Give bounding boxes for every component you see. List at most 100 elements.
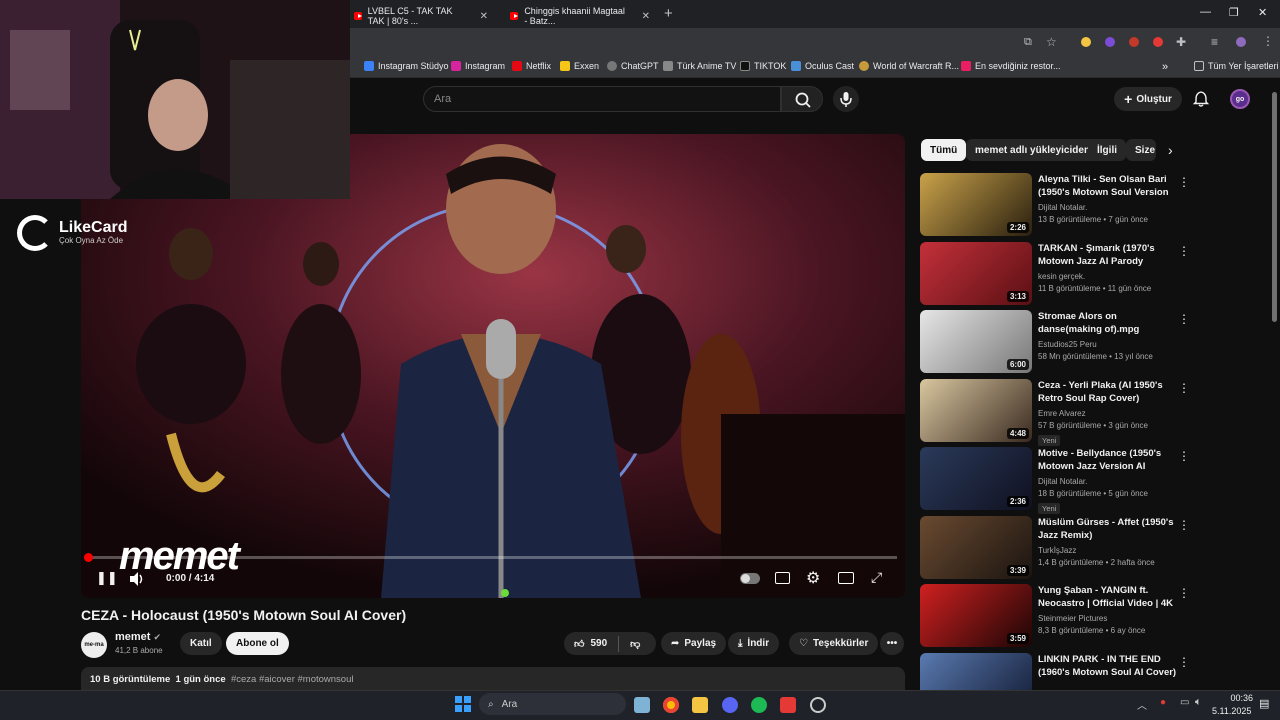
video-thumbnail[interactable]: 3:59 bbox=[920, 584, 1032, 647]
recommended-video[interactable]: 3:13 TARKAN - Şımarık (1970's Motown Jaz… bbox=[920, 241, 1190, 308]
chip-related[interactable]: İlgili bbox=[1088, 139, 1126, 161]
file-explorer-icon[interactable] bbox=[692, 697, 708, 713]
chip-for-you[interactable]: Size bbox=[1126, 139, 1156, 161]
bookmark-star-icon[interactable]: ☆ bbox=[1046, 35, 1057, 49]
dislike-button[interactable]: 👎︎ bbox=[630, 638, 640, 650]
volume-icon[interactable] bbox=[128, 571, 146, 587]
tray-chevron-up-icon[interactable]: ︿ bbox=[1137, 697, 1147, 712]
miniplayer-icon[interactable] bbox=[838, 572, 854, 584]
fullscreen-icon[interactable]: ⤢ bbox=[871, 569, 882, 586]
progress-scrubber[interactable] bbox=[84, 553, 93, 562]
profile-avatar[interactable] bbox=[1236, 37, 1246, 47]
video-thumbnail[interactable]: 3:39 bbox=[920, 515, 1032, 579]
video-player[interactable]: memet ❚❚ 0:00 / 4:14 ⚙ ⤢ bbox=[81, 134, 905, 598]
search-button[interactable] bbox=[781, 86, 823, 112]
more-options-icon[interactable]: ⋮ bbox=[1178, 244, 1190, 258]
close-window-icon[interactable]: ✕ bbox=[1258, 6, 1267, 19]
more-options-icon[interactable]: ⋮ bbox=[1178, 586, 1190, 600]
recommended-title[interactable]: Müslüm Gürses - Affet (1950's Jazz Remix… bbox=[1038, 516, 1178, 543]
account-avatar[interactable]: go bbox=[1230, 89, 1250, 109]
extension-icon[interactable] bbox=[1129, 37, 1139, 47]
create-button[interactable]: + Oluştur bbox=[1114, 87, 1182, 111]
microphone-tray-icon[interactable]: ● bbox=[1160, 697, 1166, 708]
video-thumbnail[interactable]: 4:48 bbox=[920, 378, 1032, 442]
scrollbar[interactable] bbox=[1272, 92, 1277, 322]
recommended-video[interactable]: 2:26 Aleyna Tilki - Sen Olsan Bari (1950… bbox=[920, 173, 1190, 239]
extension-icon[interactable] bbox=[1153, 37, 1163, 47]
more-options-icon[interactable]: ⋮ bbox=[1178, 381, 1190, 395]
channel-avatar[interactable]: me-ma bbox=[81, 632, 107, 658]
recommended-channel[interactable]: Emre Alvarez bbox=[1038, 409, 1086, 418]
obs-icon[interactable] bbox=[810, 697, 826, 713]
share-button[interactable]: ➦ Paylaş bbox=[661, 632, 727, 655]
clock-time[interactable]: 00:36 bbox=[1219, 693, 1253, 703]
recommended-title[interactable]: Aleyna Tilki - Sen Olsan Bari (1950's Mo… bbox=[1038, 173, 1178, 200]
voice-search-button[interactable] bbox=[833, 86, 859, 112]
minimize-icon[interactable]: — bbox=[1200, 6, 1211, 18]
chip-from-uploader[interactable]: memet adlı yükleyiciden bbox=[966, 139, 1100, 161]
more-options-icon[interactable]: ⋮ bbox=[1178, 175, 1190, 189]
chrome-icon[interactable] bbox=[663, 697, 679, 713]
video-thumbnail[interactable]: 2:36 bbox=[920, 447, 1032, 510]
recommended-video[interactable]: 6:00 Stromae Alors on danse(making of).m… bbox=[920, 310, 1190, 376]
more-options-icon[interactable]: ⋮ bbox=[1178, 655, 1190, 669]
recommended-title[interactable]: Stromae Alors on danse(making of).mpg bbox=[1038, 310, 1178, 337]
browser-menu-icon[interactable]: ⋮ bbox=[1262, 34, 1274, 48]
bookmark-item[interactable]: TIKTOK bbox=[740, 61, 786, 71]
video-thumbnail[interactable]: 3:13 bbox=[920, 241, 1032, 305]
bookmark-item[interactable]: ChatGPT bbox=[607, 61, 659, 71]
bookmark-item[interactable]: Instagram bbox=[451, 61, 505, 71]
bookmark-item[interactable]: Netflix bbox=[512, 61, 551, 71]
media-control-icon[interactable]: ≡ bbox=[1211, 35, 1218, 49]
all-bookmarks-button[interactable]: Tüm Yer İşaretleri bbox=[1194, 61, 1279, 71]
recommended-video[interactable]: 2:36 Motive - Bellydance (1950's Motown … bbox=[920, 447, 1190, 514]
bookmark-item[interactable]: Oculus Cast bbox=[791, 61, 854, 71]
windows-start-icon[interactable] bbox=[455, 696, 471, 712]
settings-gear-icon[interactable]: ⚙ bbox=[806, 568, 820, 588]
notification-icon[interactable]: ▤ bbox=[1259, 697, 1269, 710]
extension-icon[interactable] bbox=[1105, 37, 1115, 47]
bookmark-item[interactable]: Türk Anime TV bbox=[663, 61, 736, 71]
more-actions-button[interactable]: ••• bbox=[880, 632, 904, 655]
like-button[interactable]: 👍︎ 590 bbox=[574, 638, 607, 650]
volume-tray-icon[interactable]: 🔈︎ bbox=[1195, 696, 1202, 709]
recommended-channel[interactable]: Dijital Notalar. bbox=[1038, 203, 1087, 212]
recommended-video[interactable]: 3:59 Yung Şaban - YANGIN ft. Neocastro |… bbox=[920, 584, 1190, 650]
cast-icon[interactable]: ⧉ bbox=[1024, 36, 1032, 49]
video-thumbnail[interactable]: 6:00 bbox=[920, 310, 1032, 373]
spotify-icon[interactable] bbox=[751, 697, 767, 713]
recommended-channel[interactable]: Dijital Notalar. bbox=[1038, 477, 1087, 486]
close-tab-icon[interactable]: ✕ bbox=[480, 11, 488, 22]
download-button[interactable]: ⤓ İndir bbox=[728, 632, 780, 655]
recommended-channel[interactable]: TurkİşJazz bbox=[1038, 546, 1076, 555]
browser-tab[interactable]: LVBEL C5 - TAK TAK TAK | 80's ... ✕ bbox=[346, 4, 496, 28]
subscribe-button[interactable]: Abone ol bbox=[226, 632, 289, 655]
autoplay-toggle[interactable] bbox=[740, 573, 760, 584]
chip-all[interactable]: Tümü bbox=[921, 139, 967, 161]
recommended-title[interactable]: Motive - Bellydance (1950's Motown Jazz … bbox=[1038, 447, 1178, 474]
network-icon[interactable]: ▭ bbox=[1180, 697, 1189, 708]
extension-icon[interactable] bbox=[1081, 37, 1091, 47]
recommended-title[interactable]: Ceza - Yerli Plaka (AI 1950's Retro Soul… bbox=[1038, 379, 1178, 406]
bookmark-item[interactable]: Instagram Stüdyo bbox=[364, 61, 449, 71]
more-options-icon[interactable]: ⋮ bbox=[1178, 449, 1190, 463]
recommended-video[interactable]: 3:39 Müslüm Gürses - Affet (1950's Jazz … bbox=[920, 515, 1190, 582]
clock-date[interactable]: 5.11.2025 bbox=[1212, 706, 1251, 716]
bookmark-item[interactable]: En sevdiğiniz restor... bbox=[961, 61, 1061, 71]
discord-icon[interactable] bbox=[722, 697, 738, 713]
widgets-icon[interactable] bbox=[634, 697, 650, 713]
search-input[interactable]: Ara bbox=[423, 86, 781, 112]
recommended-title[interactable]: LINKIN PARK - IN THE END (1960's Motown … bbox=[1038, 653, 1178, 680]
progress-bar[interactable] bbox=[84, 553, 897, 562]
bookmarks-overflow-button[interactable]: » bbox=[1162, 61, 1168, 73]
channel-name[interactable]: memet ✔ bbox=[115, 631, 161, 643]
maximize-icon[interactable]: ❐ bbox=[1229, 6, 1239, 19]
bookmark-item[interactable]: Exxen bbox=[560, 61, 599, 71]
thanks-button[interactable]: ♡ Teşekkürler bbox=[789, 632, 879, 655]
close-tab-icon[interactable]: ✕ bbox=[642, 11, 650, 22]
taskbar-search[interactable]: ⌕ Ara bbox=[479, 693, 626, 715]
chevron-right-icon[interactable]: › bbox=[1168, 142, 1173, 158]
bookmark-item[interactable]: World of Warcraft R... bbox=[859, 61, 959, 71]
more-options-icon[interactable]: ⋮ bbox=[1178, 518, 1190, 532]
description-box[interactable]: 10 B görüntüleme 1 gün önce #ceza #aicov… bbox=[81, 667, 905, 690]
